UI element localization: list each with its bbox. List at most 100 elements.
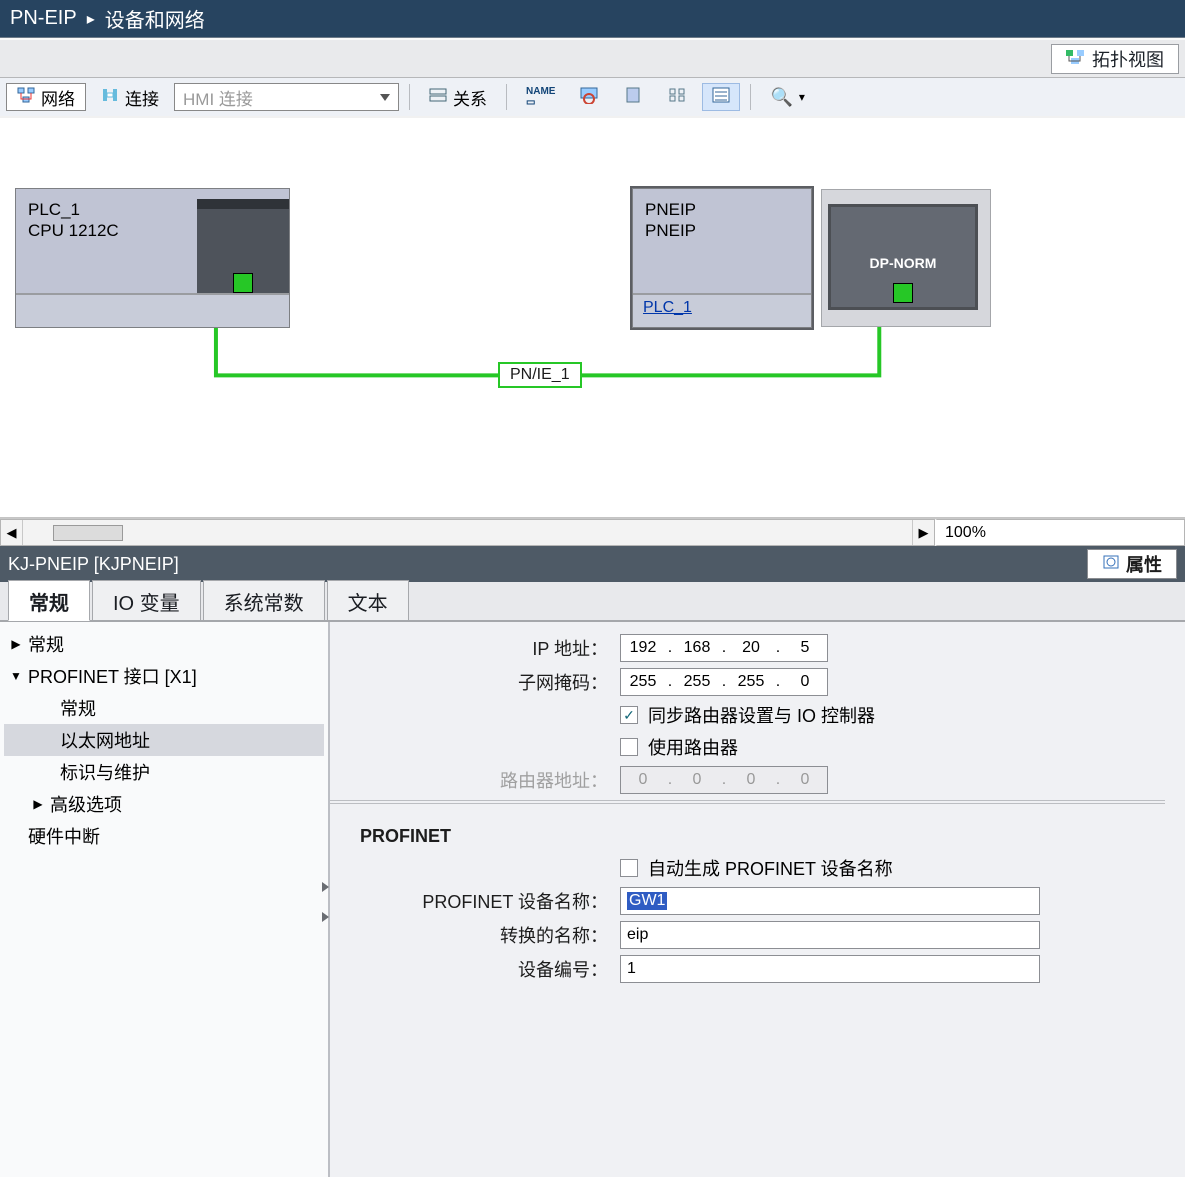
properties-target-title: KJ-PNEIP [KJPNEIP] <box>8 554 179 575</box>
tab-general[interactable]: 常规 <box>8 580 90 621</box>
connections-icon <box>101 87 119 108</box>
tree-advanced[interactable]: ▶高级选项 <box>4 788 324 820</box>
converted-name-label: 转换的名称： <box>360 922 620 948</box>
breadcrumb-separator-icon: ▸ <box>87 9 95 29</box>
tb-icon-highlight[interactable] <box>570 83 608 111</box>
scroll-thumb[interactable] <box>53 525 123 541</box>
zoom-icon: 🔍 <box>770 88 792 106</box>
hmi-connection-combo[interactable]: HMI 连接 <box>174 83 399 111</box>
device-pneip-footer: PLC_1 <box>633 293 811 327</box>
form-area: IP 地址： 192. 168. 20. 5 子网掩码： 255. 255. 2… <box>330 622 1185 1177</box>
tree-profinet-interface[interactable]: ▼PROFINET 接口 [X1] <box>4 660 324 692</box>
topology-icon <box>1066 48 1084 69</box>
zoom-level-value: 100% <box>945 524 986 542</box>
router-address-label: 路由器地址： <box>360 767 620 793</box>
tb-icon-name[interactable]: NAME▭ <box>517 83 564 111</box>
tree-hw-interrupt[interactable]: 硬件中断 <box>4 820 324 852</box>
splitter-handle[interactable] <box>320 872 330 932</box>
caret-right-icon: ▶ <box>32 797 44 811</box>
module-port-icon[interactable] <box>893 283 913 303</box>
connections-button-label: 连接 <box>125 85 159 110</box>
tab-system-constants[interactable]: 系统常数 <box>203 580 325 620</box>
module-label: DP-NORM <box>870 255 937 271</box>
caret-right-icon: ▶ <box>10 637 22 651</box>
tab-text[interactable]: 文本 <box>327 580 409 620</box>
network-button[interactable]: 网络 <box>6 83 86 111</box>
view-tabs-row: 拓扑视图 <box>0 38 1185 78</box>
device-plc-rack[interactable] <box>197 199 289 299</box>
sync-router-checkbox[interactable] <box>620 706 638 724</box>
use-router-checkbox[interactable] <box>620 738 638 756</box>
property-tabs: 常规 IO 变量 系统常数 文本 <box>0 582 1185 622</box>
auto-generate-name-checkbox[interactable] <box>620 859 638 877</box>
project-name: PN-EIP <box>10 7 77 30</box>
name-tag-icon: NAME▭ <box>526 86 555 108</box>
device-number-input[interactable]: 1 <box>620 955 1040 983</box>
chevron-down-icon <box>380 94 390 101</box>
properties-tab-label: 属性 <box>1126 551 1162 577</box>
io-zone[interactable]: DP-NORM <box>821 189 991 327</box>
ip-address-input[interactable]: 192. 168. 20. 5 <box>620 634 828 662</box>
horizontal-scrollbar[interactable]: ◀ ▶ <box>0 519 935 546</box>
page-break-icon <box>623 86 643 109</box>
grid-icon <box>667 86 687 109</box>
toolbar-separator <box>750 84 751 110</box>
tab-io-variables[interactable]: IO 变量 <box>92 580 201 620</box>
device-name-label: PROFINET 设备名称： <box>360 888 620 914</box>
tree-general[interactable]: ▶常规 <box>4 628 324 660</box>
title-bar: PN-EIP ▸ 设备和网络 <box>0 0 1185 38</box>
network-name-label[interactable]: PN/IE_1 <box>498 362 582 388</box>
scroll-left-icon[interactable]: ◀ <box>1 520 23 545</box>
tree-pgeneral[interactable]: 常规 <box>4 692 324 724</box>
zoom-dropdown-icon: ▾ <box>799 90 805 104</box>
device-plc-footer <box>16 293 289 327</box>
toolbar-separator <box>409 84 410 110</box>
canvas-footer: ◀ ▶ 100% <box>0 518 1185 546</box>
highlight-icon <box>579 86 599 109</box>
auto-generate-name-label: 自动生成 PROFINET 设备名称 <box>648 855 893 881</box>
subnet-mask-input[interactable]: 255. 255. 255. 0 <box>620 668 828 696</box>
relations-button-label: 关系 <box>453 85 487 110</box>
ip-address-label: IP 地址： <box>360 635 620 661</box>
zoom-level-field[interactable]: 100% <box>935 519 1185 546</box>
use-router-label: 使用路由器 <box>648 734 738 760</box>
properties-header-bar: KJ-PNEIP [KJPNEIP] 属性 <box>0 546 1185 582</box>
device-pneip-name: PNEIP <box>645 199 799 220</box>
network-button-label: 网络 <box>41 85 75 110</box>
sync-router-label: 同步路由器设置与 IO 控制器 <box>648 702 875 728</box>
properties-icon <box>1102 554 1120 575</box>
tree-ethernet-address[interactable]: 以太网地址 <box>4 724 324 756</box>
network-icon <box>17 87 35 108</box>
device-pneip-type: PNEIP <box>645 220 799 241</box>
tree-id-maintenance[interactable]: 标识与维护 <box>4 756 324 788</box>
tb-icon-grid[interactable] <box>658 83 696 111</box>
zoom-button[interactable]: 🔍 ▾ <box>761 83 813 111</box>
profinet-section-header: PROFINET <box>360 826 1165 847</box>
caret-down-icon: ▼ <box>10 669 22 683</box>
relations-button[interactable]: 关系 <box>420 83 496 111</box>
nav-tree[interactable]: ▶常规 ▼PROFINET 接口 [X1] 常规 以太网地址 标识与维护 ▶高级… <box>0 622 330 1177</box>
device-pneip[interactable]: PNEIP PNEIP PLC_1 DP-NORM <box>632 188 812 328</box>
device-pneip-link[interactable]: PLC_1 <box>643 299 692 316</box>
device-name-input[interactable]: GW1 <box>620 887 1040 915</box>
dp-norm-module[interactable]: DP-NORM <box>828 204 978 310</box>
tb-icon-list-active[interactable] <box>702 83 740 111</box>
relations-icon <box>429 87 447 108</box>
topology-view-tab[interactable]: 拓扑视图 <box>1051 44 1179 74</box>
connections-button[interactable]: 连接 <box>92 83 168 111</box>
subnet-mask-label: 子网掩码： <box>360 669 620 695</box>
converted-name-input[interactable]: eip <box>620 921 1040 949</box>
device-plc[interactable]: PLC_1 CPU 1212C <box>15 188 290 328</box>
tb-icon-pagebreak[interactable] <box>614 83 652 111</box>
scroll-right-icon[interactable]: ▶ <box>912 520 934 545</box>
topology-view-label: 拓扑视图 <box>1092 46 1164 72</box>
device-pneip-header: PNEIP PNEIP <box>633 189 811 242</box>
properties-body: ▶常规 ▼PROFINET 接口 [X1] 常规 以太网地址 标识与维护 ▶高级… <box>0 622 1185 1177</box>
plc-port-icon[interactable] <box>233 273 253 293</box>
device-number-label: 设备编号： <box>360 956 620 982</box>
toolbar: 网络 连接 HMI 连接 关系 NAME▭ 🔍 ▾ <box>0 78 1185 118</box>
properties-tab[interactable]: 属性 <box>1087 549 1177 579</box>
network-canvas[interactable]: PLC_1 CPU 1212C PNEIP PNEIP PLC_1 DP-NOR… <box>0 118 1185 518</box>
router-address-input: 0. 0. 0. 0 <box>620 766 828 794</box>
list-icon <box>711 86 731 109</box>
